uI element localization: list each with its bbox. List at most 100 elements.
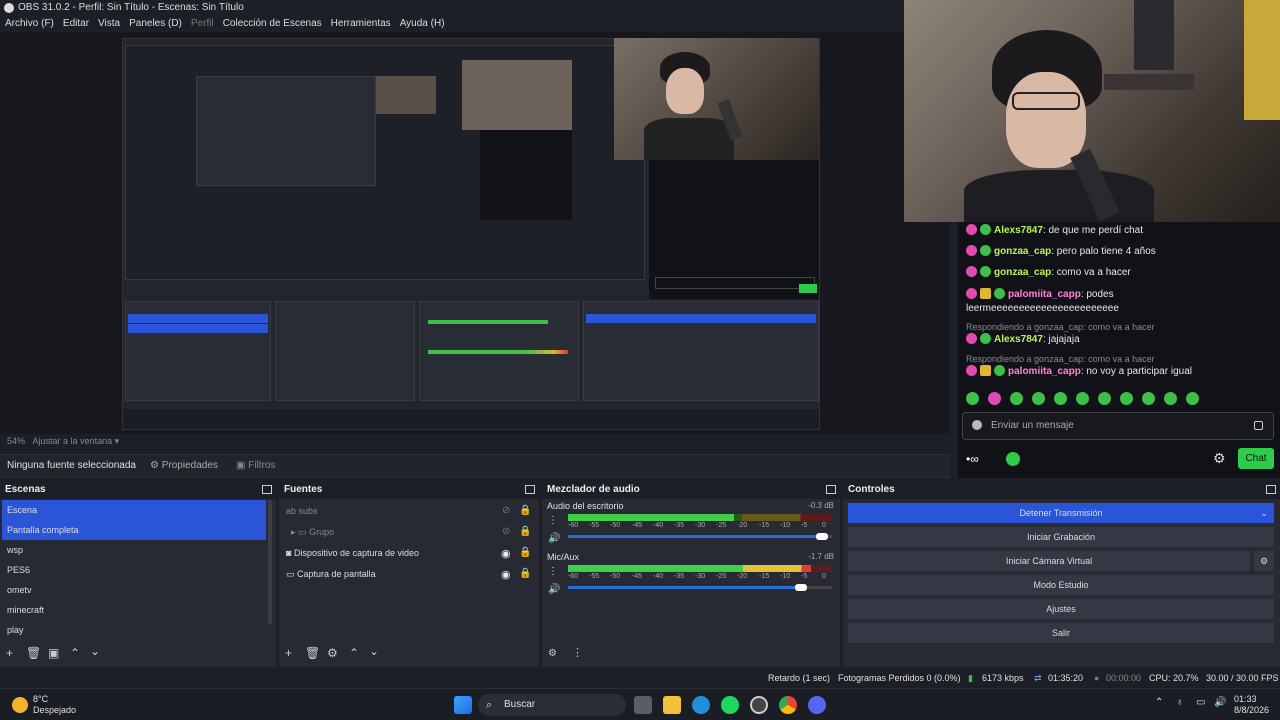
exit-button[interactable]: Salir <box>848 623 1274 643</box>
chevron-down-icon[interactable]: ⌄ <box>1260 503 1268 523</box>
properties-button[interactable]: ⚙ Propiedades <box>150 455 218 477</box>
scene-item[interactable]: minecraft <box>2 600 266 620</box>
meter-tick-label: -35 <box>674 522 685 529</box>
add-icon[interactable]: + <box>285 646 292 660</box>
edge-icon[interactable] <box>692 696 710 714</box>
popout-icon[interactable] <box>826 485 836 494</box>
trash-icon[interactable]: 🗑 <box>305 646 320 660</box>
record-icon: ● <box>1094 673 1100 683</box>
points-icon[interactable]: •∞ <box>966 452 979 466</box>
add-icon[interactable]: + <box>6 646 13 660</box>
scene-item[interactable]: Pantalla completa <box>2 520 266 540</box>
kebab-menu-icon[interactable]: ⋮ <box>548 566 558 577</box>
eye-icon[interactable]: ◉ <box>501 547 511 560</box>
clock-time: 01:33 <box>1234 694 1257 704</box>
kebab-menu-icon[interactable]: ⋮ <box>548 515 558 526</box>
menu-paneles[interactable]: Paneles (D) <box>129 16 182 32</box>
source-item[interactable]: ▭ Captura de pantalla <box>281 564 537 584</box>
lock-icon[interactable]: 🔒 <box>519 568 531 579</box>
file-explorer-icon[interactable] <box>663 696 681 714</box>
eye-icon[interactable]: ◉ <box>501 568 511 581</box>
filters-button[interactable]: ▣ Filtros <box>236 455 275 477</box>
mixer-dock: Mezclador de audio Audio del escritorio … <box>542 481 840 667</box>
meter-tick-label: 0 <box>822 573 826 580</box>
eye-hidden-icon[interactable]: ⊘ <box>502 526 510 537</box>
nested-chat <box>649 159 819 299</box>
chat-reply-text: Respondiendo a gonzaa_cap: como va a hac… <box>966 354 1155 364</box>
studio-mode-button[interactable]: Modo Estudio <box>848 575 1274 595</box>
meter-tick-label: -15 <box>759 573 770 580</box>
zoom-indicator[interactable]: 54% Ajustar a la ventana ▾ <box>7 436 119 447</box>
chat-send-button[interactable]: Chat <box>1238 448 1274 469</box>
gear-icon[interactable]: ⚙ <box>548 648 557 659</box>
menu-editar[interactable]: Editar <box>63 16 89 32</box>
start-recording-button[interactable]: Iniciar Grabación <box>848 527 1274 547</box>
task-view-icon[interactable] <box>634 696 652 714</box>
source-item[interactable]: ab subs <box>281 501 537 521</box>
menu-vista[interactable]: Vista <box>98 16 120 32</box>
weather-sun-icon[interactable] <box>12 697 28 713</box>
speaker-icon[interactable]: 🔊 <box>548 533 560 544</box>
menu-herramientas[interactable]: Herramientas <box>331 16 391 32</box>
lock-icon[interactable]: 🔒 <box>519 526 531 537</box>
scene-item[interactable]: wsp <box>2 540 266 560</box>
chrome-icon[interactable] <box>779 696 797 714</box>
stream-icon: ⇄ <box>1034 673 1042 683</box>
menu-perfil[interactable]: Perfil <box>191 16 214 32</box>
volume-icon[interactable]: 🔊 <box>1214 697 1226 708</box>
meter-tick-label: -40 <box>653 573 664 580</box>
scene-item[interactable]: PES6 <box>2 560 266 580</box>
eye-hidden-icon[interactable]: ⊘ <box>502 505 510 516</box>
controls-title: Controles <box>848 484 895 495</box>
no-source-label: Ninguna fuente seleccionada <box>7 460 136 471</box>
settings-button[interactable]: Ajustes <box>848 599 1274 619</box>
menu-ayuda[interactable]: Ayuda (H) <box>400 16 445 32</box>
filter-icon[interactable]: ▣ <box>48 646 59 660</box>
discord-icon[interactable] <box>808 696 826 714</box>
trash-icon[interactable]: 🗑 <box>26 646 41 660</box>
volume-knob[interactable] <box>816 533 828 540</box>
popout-icon[interactable] <box>262 485 272 494</box>
lock-icon[interactable]: 🔒 <box>519 547 531 558</box>
source-label: Grupo <box>309 527 335 537</box>
scene-item[interactable]: play <box>2 620 266 640</box>
meter-tick-label: -30 <box>695 522 706 529</box>
emote-picker-icon[interactable] <box>1254 421 1263 430</box>
menu-archivo[interactable]: Archivo (F) <box>5 16 54 32</box>
meter-tick-label: -30 <box>695 573 706 580</box>
status-rec-time: 00:00:00 <box>1106 673 1142 683</box>
arrow-up-icon[interactable]: ⌃ <box>349 646 359 660</box>
arrow-down-icon[interactable]: ⌄ <box>369 644 379 658</box>
arrow-up-icon[interactable]: ⌃ <box>70 646 80 660</box>
network-icon[interactable]: ▭ <box>1196 697 1205 708</box>
chat-user: gonzaa_cap <box>994 267 1052 278</box>
scrollbar[interactable] <box>268 500 272 624</box>
chat-input[interactable]: Enviar un mensaje <box>962 412 1274 440</box>
scene-item[interactable]: Escena <box>2 500 266 520</box>
volume-knob[interactable] <box>795 584 807 591</box>
spotify-icon[interactable] <box>721 696 739 714</box>
start-virtual-camera-button[interactable]: Iniciar Cámara Virtual <box>848 551 1250 571</box>
volume-fill <box>568 535 822 538</box>
obs-icon[interactable] <box>750 696 768 714</box>
microphone-icon[interactable]: ♁ <box>1176 697 1184 708</box>
kebab-menu-icon[interactable]: ⋮ <box>572 646 583 659</box>
menu-coleccion[interactable]: Colección de Escenas <box>223 16 322 32</box>
lock-icon[interactable]: 🔒 <box>519 505 531 516</box>
popout-icon[interactable] <box>525 485 535 494</box>
stop-stream-button[interactable]: Detener Transmisión ⌄ <box>848 503 1274 523</box>
popout-icon[interactable] <box>1266 485 1276 494</box>
virtual-camera-settings-gear-icon[interactable]: ⚙ <box>1254 551 1274 571</box>
chevron-up-icon[interactable]: ⌃ <box>1155 697 1163 708</box>
gear-icon[interactable]: ⚙ <box>327 646 338 660</box>
arrow-down-icon[interactable]: ⌄ <box>90 644 100 658</box>
taskbar-search[interactable]: Buscar <box>478 694 626 716</box>
windows-start-icon[interactable] <box>454 696 472 714</box>
source-item[interactable]: ◙ Dispositivo de captura de video <box>281 543 537 563</box>
drops-icon[interactable] <box>1006 452 1020 466</box>
meter-tick-label: -55 <box>589 522 600 529</box>
speaker-icon[interactable]: 🔊 <box>548 584 560 595</box>
scene-item[interactable]: ometv <box>2 580 266 600</box>
source-item[interactable]: ▸ ▭ Grupo <box>281 522 537 542</box>
settings-gear-icon[interactable]: ⚙ <box>1213 450 1226 467</box>
